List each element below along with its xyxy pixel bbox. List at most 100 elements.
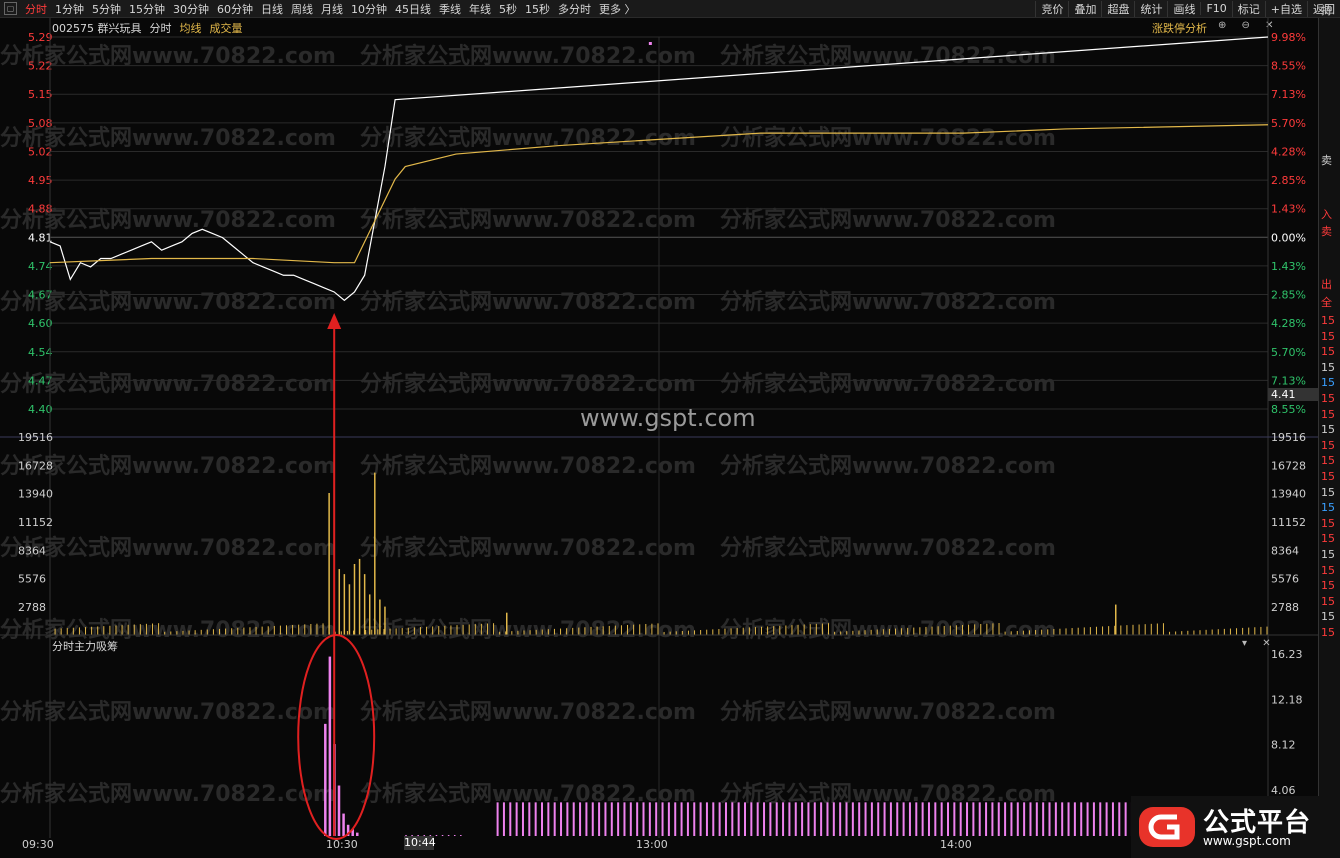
toolbar-action[interactable]: 超盘 <box>1101 0 1134 17</box>
period-tab[interactable]: 月线 <box>317 1 347 17</box>
period-tab[interactable]: 30分钟 <box>169 1 213 17</box>
inflow-bar <box>826 802 829 836</box>
watermark-text: 分析家公式网www.70822.com <box>720 535 1056 561</box>
watermark-text: 分析家公式网www.70822.com <box>360 781 696 807</box>
inflow-bar <box>337 785 341 836</box>
toolbar-action[interactable]: 画线 <box>1167 0 1200 17</box>
inflow-bar <box>585 802 588 836</box>
inflow-bar <box>1054 802 1057 836</box>
toolbar-action[interactable]: 竞价 <box>1035 0 1068 17</box>
period-tab[interactable]: 60分钟 <box>213 1 257 17</box>
inflow-bar <box>845 802 848 836</box>
sub-axis-label: 12.18 <box>1271 693 1303 706</box>
period-tab[interactable]: 1分钟 <box>51 1 88 17</box>
inflow-bar <box>661 802 664 836</box>
right-strip-item: 15 <box>1321 438 1335 452</box>
period-tab[interactable]: 15秒 <box>521 1 554 17</box>
right-strip-item: 15 <box>1321 563 1335 577</box>
period-tab[interactable]: 45日线 <box>391 1 435 17</box>
watermark-text: 分析家公式网www.70822.com <box>360 699 696 725</box>
right-strip-item: 15 <box>1321 392 1335 405</box>
volume-axis-label: 19516 <box>18 431 53 444</box>
toolbar-action[interactable]: 标记 <box>1231 0 1265 17</box>
price-axis-label: 5.08 <box>28 117 53 130</box>
watermark-text: 分析家公式网www.70822.com <box>720 371 1056 397</box>
price-axis-label: 5.02 <box>28 145 53 158</box>
price-axis-label: 4.47 <box>28 374 53 387</box>
inflow-bar <box>553 802 556 836</box>
inflow-dot <box>453 835 456 836</box>
inflow-bar <box>744 802 747 836</box>
period-tab[interactable]: 季线 <box>435 1 465 17</box>
period-tab[interactable]: 年线 <box>465 1 495 17</box>
inflow-bar <box>1016 802 1019 836</box>
sub-chart-icons[interactable]: ▾ ✕ <box>1242 638 1277 649</box>
period-tab[interactable]: 分时 <box>21 1 51 17</box>
inflow-dot <box>447 835 450 836</box>
period-tab[interactable]: 日线 <box>257 1 287 17</box>
period-toolbar: ▢ 分时 1分钟 5分钟 15分钟 30分钟 60分钟 日线 周线 月线 10分钟 45日线 季线 年线… <box>0 0 1340 18</box>
logo-url: www.gspt.com <box>1203 834 1291 848</box>
right-strip-item: 15 <box>1321 345 1335 359</box>
volume-axis-label: 2788 <box>18 601 46 614</box>
inflow-bar <box>1111 802 1114 836</box>
inflow-bar <box>521 802 524 836</box>
period-tab[interactable]: 多分时 <box>554 1 595 17</box>
inflow-bar <box>921 802 924 836</box>
right-strip-item: 15 <box>1321 423 1335 437</box>
inflow-bar <box>832 802 835 836</box>
inflow-bar <box>686 802 689 836</box>
inflow-bar <box>883 802 886 836</box>
right-strip-item: 15 <box>1321 626 1335 639</box>
pct-axis-label: 7.13% <box>1271 374 1306 387</box>
price-axis-label: 4.40 <box>28 403 53 416</box>
sub-axis-label: 8.12 <box>1271 739 1296 752</box>
right-strip-item: 15 <box>1321 516 1335 530</box>
inflow-bar <box>985 802 988 836</box>
period-tab[interactable]: 更多 〉 <box>595 1 640 17</box>
right-strip-item: 15 <box>1321 501 1335 515</box>
inflow-bar <box>1061 802 1064 836</box>
pct-axis-label: 8.55% <box>1271 403 1306 416</box>
annotation-ellipse <box>297 634 376 840</box>
inflow-bar <box>629 802 632 836</box>
toolbar-action[interactable]: +自选 <box>1264 0 1307 17</box>
time-axis-label: 10:30 <box>326 838 358 851</box>
inflow-bar <box>959 802 962 836</box>
inflow-bar <box>509 802 512 836</box>
menu-icon[interactable]: ▢ <box>4 2 17 15</box>
pct-axis-label: 7.13% <box>1271 88 1306 101</box>
pct-axis-label: 5.70% <box>1271 117 1306 130</box>
period-tab[interactable]: 周线 <box>287 1 317 17</box>
time-axis-label: 13:00 <box>636 838 668 851</box>
toolbar-action[interactable]: 统计 <box>1134 0 1167 17</box>
right-strip-label: 持 <box>1321 4 1332 17</box>
period-tab[interactable]: 10分钟 <box>347 1 391 17</box>
inflow-bar <box>674 802 677 836</box>
inflow-bar <box>547 802 550 836</box>
price-axis-label: 4.88 <box>28 203 53 216</box>
period-tab[interactable]: 15分钟 <box>125 1 169 17</box>
inflow-bar <box>496 802 499 836</box>
inflow-bar <box>1118 802 1121 836</box>
inflow-bar <box>1010 802 1013 836</box>
inflow-bar <box>1080 802 1083 836</box>
inflow-bar <box>1067 802 1070 836</box>
watermark-text: 分析家公式网www.70822.com <box>720 699 1056 725</box>
price-axis-label: 4.60 <box>28 317 53 330</box>
pct-axis-label: 2.85% <box>1271 289 1306 302</box>
toolbar-action[interactable]: F10 <box>1200 2 1231 15</box>
inflow-bar <box>889 802 892 836</box>
inflow-bar <box>991 802 994 836</box>
period-tab[interactable]: 5秒 <box>495 1 521 17</box>
inflow-bar <box>598 802 601 836</box>
inflow-bar <box>997 802 1000 836</box>
right-strip-item: 15 <box>1321 454 1335 468</box>
toolbar-action[interactable]: 叠加 <box>1068 0 1101 17</box>
inflow-bar <box>356 832 359 836</box>
watermark-text: 分析家公式网www.70822.com <box>360 289 696 315</box>
inflow-bar <box>693 802 696 836</box>
period-tab[interactable]: 5分钟 <box>88 1 125 17</box>
inflow-bar <box>763 802 766 836</box>
inflow-bar <box>328 656 332 836</box>
